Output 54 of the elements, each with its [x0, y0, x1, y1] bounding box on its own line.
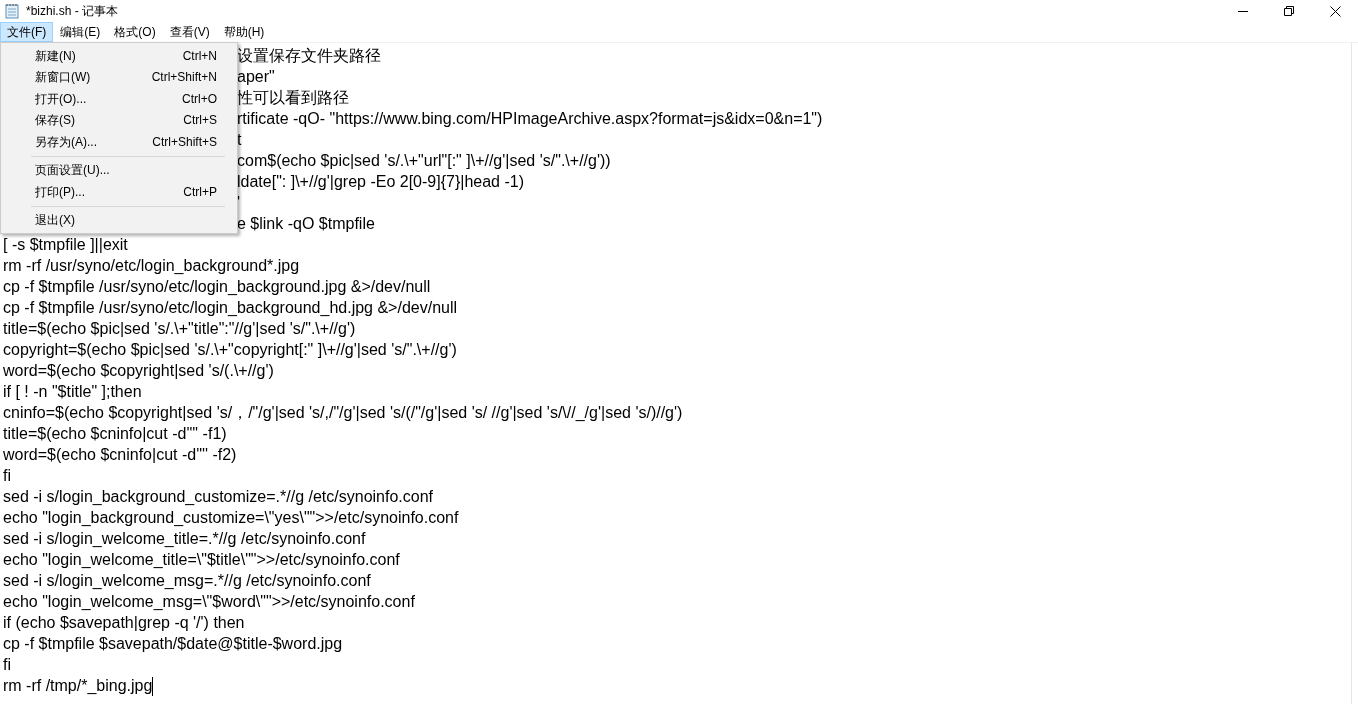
window-title: *bizhi.sh - 记事本	[26, 3, 119, 20]
menu-item[interactable]: 打开(O)... Ctrl+O	[1, 88, 237, 110]
code-line: echo "login_welcome_msg=\"$word\"">>/etc/synoinfo.conf	[3, 593, 415, 610]
code-line: word=$(echo $copyright|sed 's/(.\+//g')	[3, 362, 274, 379]
code-line: fi	[3, 467, 11, 484]
code-line: aper"	[237, 68, 275, 85]
code-line: sed -i s/login_welcome_title=.*//g /etc/synoinfo.conf	[3, 530, 366, 547]
code-line: ldate[": ]\+//g'|grep -Eo 2[0-9]{7}|head -1)	[237, 173, 524, 190]
menu-bar-item[interactable]: 查看(V)	[162, 22, 217, 42]
menu-item[interactable]: 另存为(A)... Ctrl+Shift+S	[1, 131, 237, 153]
code-line: fi	[3, 656, 11, 673]
menu-item[interactable]: 保存(S) Ctrl+S	[1, 109, 237, 131]
code-line: e $link -qO $tmpfile	[237, 215, 375, 232]
menu-item[interactable]: 页面设置(U)...	[1, 159, 237, 181]
menu-item[interactable]: 新窗口(W) Ctrl+Shift+N	[1, 66, 237, 88]
shortcut-text: Ctrl+P	[183, 183, 217, 201]
code-line: 设置保存文件夹路径	[237, 47, 381, 64]
menu-item[interactable]: 新建(N) Ctrl+N	[1, 45, 237, 67]
code-line: rm -rf /usr/syno/etc/login_background*.jpg	[3, 257, 300, 274]
code-line: '	[237, 194, 241, 211]
menu-item[interactable]: 退出(X)	[1, 209, 237, 231]
code-line: cninfo=$(echo $copyright|sed 's/，/"/g'|sed 's/,/"/g'|sed 's/(/"/g'|sed 's/ //g'|sed 's/\//_/g'|sed 's/)//g')	[3, 404, 683, 421]
code-line: t	[237, 131, 242, 148]
code-line: cp -f $tmpfile $savepath/$date@$title-$word.jpg	[3, 635, 343, 652]
shortcut-text: Ctrl+Shift+N	[151, 69, 217, 87]
code-line: cp -f $tmpfile /usr/syno/etc/login_background_hd.jpg &>/dev/null	[3, 299, 458, 316]
code-line: sed -i s/login_welcome_msg=.*//g /etc/synoinfo.conf	[3, 572, 371, 589]
menu-bar-item[interactable]: 文件(F)	[0, 22, 54, 42]
menu-bar-item[interactable]: 格式(O)	[107, 22, 163, 42]
code-line: word=$(echo $cninfo|cut -d'"' -f2)	[3, 446, 237, 463]
menu-item[interactable]: 打印(P)... Ctrl+P	[1, 181, 237, 203]
code-line: rm -rf /tmp/*_bing.jpg	[3, 677, 153, 694]
notepad-icon	[4, 3, 20, 19]
code-line: title=$(echo $cninfo|cut -d'"' -f1)	[3, 425, 227, 442]
code-line: echo "login_background_customize=\"yes\"">>/etc/synoinfo.conf	[3, 509, 459, 526]
shortcut-text: Ctrl+O	[182, 90, 217, 108]
close-icon	[1329, 5, 1341, 17]
code-line: title=$(echo $pic|sed 's/.\+"title":"//g'|sed 's/".\+//g')	[3, 320, 356, 337]
code-line: cp -f $tmpfile /usr/syno/etc/login_background.jpg &>/dev/null	[3, 278, 431, 295]
code-line: sed -i s/login_background_customize=.*//g /etc/synoinfo.conf	[3, 488, 434, 505]
shortcut-text: Ctrl+S	[183, 112, 217, 130]
shortcut-text: Ctrl+N	[182, 47, 217, 65]
menu-bar-item[interactable]: 编辑(E)	[53, 22, 108, 42]
code-line: echo "login_welcome_title=\"$title\"">>/etc/synoinfo.conf	[3, 551, 400, 568]
code-line: if (echo $savepath|grep -q '/') then	[3, 614, 245, 631]
restore-icon	[1284, 6, 1294, 16]
code-line: com$(echo $pic|sed 's/.\+"url"[:" ]\+//g'|sed 's/".\+//g'))	[237, 152, 611, 169]
text-cursor	[152, 677, 154, 697]
code-line: [ -s $tmpfile ]||exit	[3, 236, 128, 253]
code-line: if [ ! -n "$title" ];then	[3, 383, 142, 400]
menu-bar-item[interactable]: 帮助(H)	[216, 22, 272, 42]
shortcut-text: Ctrl+Shift+S	[152, 133, 217, 151]
code-line: rtificate -qO- "https://www.bing.com/HPImageArchive.aspx?format=js&idx=0&n=1")	[237, 110, 823, 127]
code-line: copyright=$(echo $pic|sed 's/.\+"copyright[:" ]\+//g'|sed 's/".\+//g')	[3, 341, 457, 358]
